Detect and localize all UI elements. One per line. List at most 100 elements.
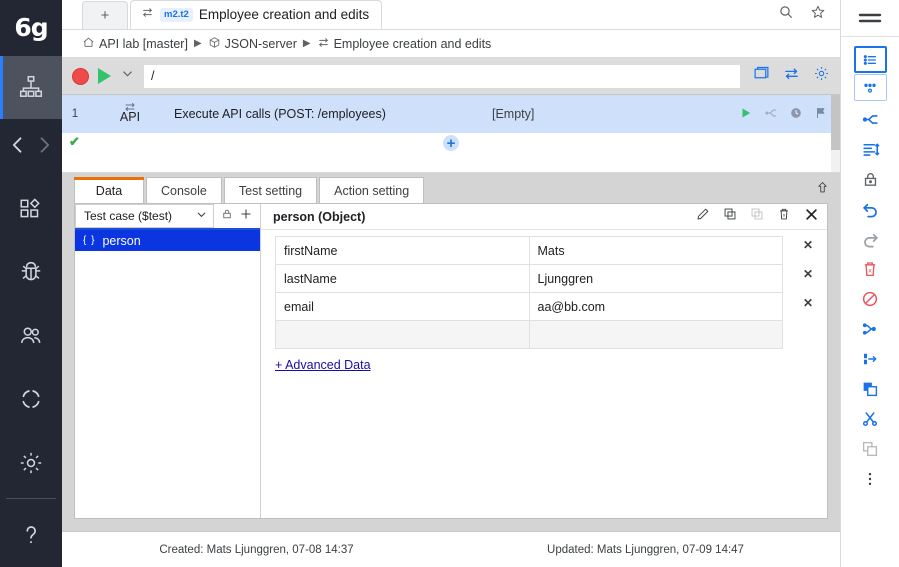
remove-row-button[interactable]: ✕	[803, 296, 813, 310]
kv-key[interactable]: firstName	[275, 236, 530, 265]
table-row[interactable]: lastName Ljunggren	[275, 264, 783, 293]
merge-icon[interactable]	[841, 314, 899, 344]
kv-value[interactable]: Ljunggren	[528, 264, 783, 293]
steplist-scrollbar-thumb[interactable]	[831, 95, 840, 150]
split-branch-icon[interactable]	[841, 104, 899, 134]
collapse-up-icon[interactable]	[815, 180, 840, 203]
edit-pencil-icon[interactable]	[696, 207, 710, 226]
kv-value[interactable]	[528, 320, 783, 349]
graph-view-icon[interactable]	[853, 74, 887, 101]
add-variable-button[interactable]	[239, 207, 253, 226]
object-editor-column: person (Object) x firstName Mats lastNam…	[261, 204, 827, 518]
breadcrumb-item-module[interactable]: JSON-server	[208, 36, 297, 52]
sidebar-item-settings[interactable]	[0, 431, 62, 495]
cut-icon[interactable]	[841, 404, 899, 434]
transfer-icon[interactable]	[783, 65, 800, 87]
breadcrumb-separator: ▶	[302, 38, 311, 49]
key-value-table-wrap: firstName Mats lastName Ljunggren email …	[261, 230, 827, 349]
search-icon[interactable]	[778, 4, 794, 25]
tab-employee-creation-and-edits[interactable]: m2.t2 Employee creation and edits	[130, 0, 383, 29]
sidebar-item-sync[interactable]	[0, 367, 62, 431]
hamburger-icon[interactable]	[841, 0, 899, 36]
redo-icon[interactable]	[841, 224, 899, 254]
tab-test-setting[interactable]: Test setting	[223, 177, 318, 203]
chevron-left-icon[interactable]	[8, 134, 28, 161]
step-number-cell: 1 ✔	[62, 108, 88, 149]
tab-data[interactable]: Data	[74, 177, 144, 203]
close-icon[interactable]	[804, 207, 819, 227]
steplist-scrollbar[interactable]	[831, 95, 840, 172]
svg-text:x: x	[868, 267, 872, 274]
sidebar-item-navigate[interactable]	[0, 119, 62, 177]
sidebar-item-defects[interactable]	[0, 240, 62, 304]
play-icon[interactable]	[98, 68, 111, 84]
panel-tabbar: Data Console Test setting Action setting	[62, 173, 840, 203]
tab-action-setting[interactable]: Action setting	[319, 177, 425, 203]
test-step-list: 1 ✔ API Execute API calls (POST: /employ…	[62, 95, 840, 173]
breadcrumb: API lab [master] ▶ JSON-server ▶ Employe…	[62, 30, 840, 58]
advanced-data-link[interactable]: + Advanced Data	[275, 358, 827, 372]
star-icon[interactable]	[810, 4, 826, 25]
copy-icon[interactable]	[841, 374, 899, 404]
tab-console[interactable]: Console	[146, 177, 222, 203]
move-icon[interactable]	[841, 344, 899, 374]
delete-icon[interactable]: x	[841, 254, 899, 284]
kv-value[interactable]: aa@bb.com	[528, 292, 783, 321]
branch-icon[interactable]	[764, 106, 778, 123]
step-action-buttons	[739, 106, 840, 123]
timer-icon[interactable]	[789, 106, 803, 123]
indent-lines-icon[interactable]	[841, 134, 899, 164]
gear-icon	[18, 450, 44, 476]
sidebar-item-users[interactable]	[0, 304, 62, 368]
run-toolbar: /	[62, 58, 840, 95]
breadcrumb-item-project[interactable]: API lab [master]	[82, 36, 188, 52]
main-content-column: + m2.t2 Employee creation and edits API …	[62, 0, 840, 567]
key-value-table: firstName Mats lastName Ljunggren email …	[275, 236, 783, 349]
remove-row-button[interactable]: ✕	[803, 267, 813, 281]
tabstrip-actions	[778, 4, 840, 29]
run-step-icon[interactable]	[739, 106, 753, 123]
kv-value[interactable]: Mats	[528, 236, 783, 265]
kv-key[interactable]: email	[275, 292, 530, 321]
paste-icon[interactable]	[750, 207, 764, 226]
lock-icon[interactable]	[221, 207, 233, 225]
disable-icon[interactable]	[841, 284, 899, 314]
paste-icon[interactable]	[841, 434, 899, 464]
tab-title: Employee creation and edits	[198, 7, 370, 22]
kv-key[interactable]	[275, 320, 530, 349]
sidebar-item-help[interactable]	[0, 503, 62, 567]
browser-tabstrip: + m2.t2 Employee creation and edits	[62, 0, 840, 30]
delete-icon[interactable]: x	[777, 207, 791, 226]
breadcrumb-item-testcase[interactable]: Employee creation and edits	[317, 36, 491, 52]
gear-icon[interactable]	[813, 65, 830, 87]
updated-info: Updated: Mats Ljunggren, 07-09 14:47	[547, 543, 744, 556]
table-row[interactable]	[275, 320, 783, 349]
table-row[interactable]: firstName Mats	[275, 236, 783, 265]
undo-icon[interactable]	[841, 194, 899, 224]
scope-select[interactable]: Test case ($test)	[75, 204, 214, 228]
list-view-icon[interactable]	[853, 46, 887, 73]
sidebar-item-modules[interactable]	[0, 177, 62, 241]
step-status-check-icon: ✔	[69, 134, 80, 149]
add-step-button[interactable]: +	[443, 135, 459, 151]
kv-key[interactable]: lastName	[275, 264, 530, 293]
modules-icon	[18, 196, 44, 222]
lock-icon[interactable]	[841, 164, 899, 194]
window-icon[interactable]	[753, 65, 770, 87]
sidebar-item-project-tree[interactable]	[0, 55, 62, 120]
table-row[interactable]: 1 ✔ API Execute API calls (POST: /employ…	[62, 95, 840, 149]
new-tab-button[interactable]: +	[82, 1, 128, 29]
table-row[interactable]: email aa@bb.com	[275, 292, 783, 321]
remove-row-button[interactable]: ✕	[803, 238, 813, 252]
list-item[interactable]: { } person	[75, 230, 260, 251]
chevron-down-icon[interactable]	[120, 66, 135, 86]
copy-icon[interactable]	[723, 207, 737, 226]
chevron-right-icon[interactable]	[34, 134, 54, 161]
object-braces-icon: { }	[83, 235, 96, 246]
record-icon[interactable]	[72, 67, 89, 85]
more-options-icon[interactable]	[841, 464, 899, 494]
scope-select-value: Test case ($test)	[84, 209, 173, 223]
flag-icon[interactable]	[814, 106, 828, 123]
status-footer: Created: Mats Ljunggren, 07-08 14:37 Upd…	[62, 531, 840, 567]
url-input[interactable]: /	[144, 64, 740, 88]
